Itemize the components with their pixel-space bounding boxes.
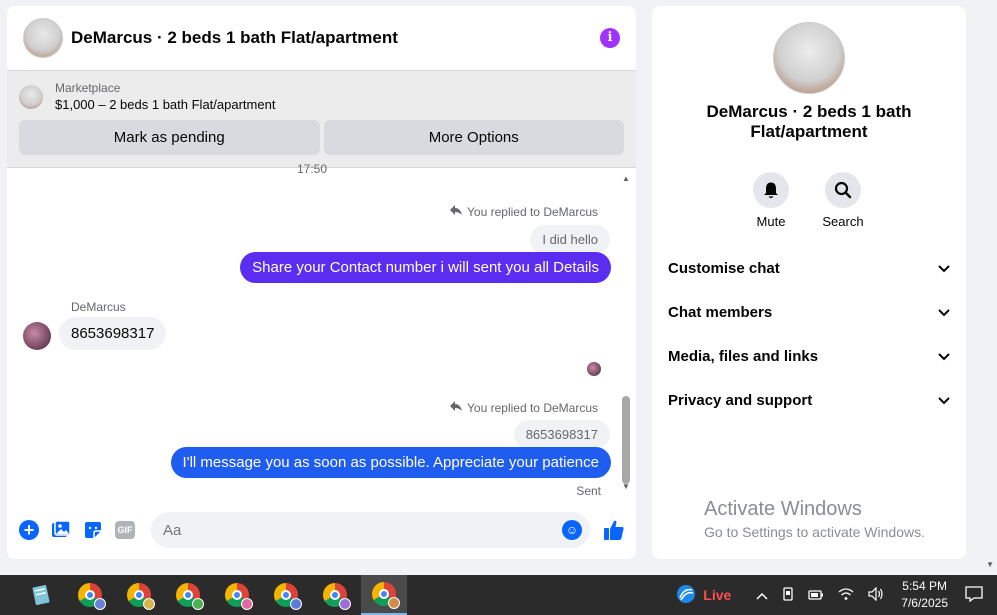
live-label[interactable]: Live: [703, 587, 731, 603]
device-icon[interactable]: [782, 586, 794, 604]
scroll-up-icon[interactable]: ▲: [622, 174, 630, 183]
notification-icon[interactable]: [965, 585, 983, 605]
gallery-icon[interactable]: [47, 516, 75, 544]
wifi-icon[interactable]: [838, 587, 854, 604]
scroll-thumb[interactable]: [622, 396, 630, 484]
chrome-profile-7-icon[interactable]: [361, 575, 407, 615]
chrome-profile-6-icon[interactable]: [312, 575, 358, 615]
system-clock[interactable]: 5:54 PM 7/6/2025: [901, 578, 948, 612]
time-marker: 17:50: [297, 162, 328, 176]
chrome-profile-2-icon[interactable]: [116, 575, 162, 615]
sender-avatar[interactable]: [23, 322, 51, 350]
chrome-profile-1-icon[interactable]: [67, 575, 113, 615]
message-scrollbar[interactable]: ▲ ▼: [622, 174, 630, 492]
mute-label: Mute: [756, 214, 786, 229]
reply-note: You replied to DeMarcus: [449, 400, 598, 415]
battery-icon[interactable]: [808, 588, 824, 603]
mark-pending-button[interactable]: Mark as pending: [19, 120, 320, 155]
mute-action[interactable]: Mute: [741, 172, 801, 229]
chevron-up-icon[interactable]: [756, 588, 768, 603]
emoji-icon[interactable]: ☺: [562, 520, 582, 540]
bell-icon[interactable]: [753, 172, 789, 208]
activate-windows-watermark: Activate Windows Go to Settings to activ…: [704, 498, 925, 540]
chevron-down-icon: [938, 304, 950, 321]
seen-avatar: [587, 362, 601, 376]
message-input-box[interactable]: ☺: [151, 512, 590, 548]
sticker-icon[interactable]: [79, 516, 107, 544]
sender-name: DeMarcus: [71, 300, 126, 314]
outgoing-message[interactable]: I'll message you as soon as possible. Ap…: [170, 447, 611, 478]
reply-arrow-icon: [449, 400, 463, 415]
marketplace-label: Marketplace: [55, 81, 121, 95]
volume-icon[interactable]: [868, 586, 884, 604]
chevron-down-icon: [938, 260, 950, 277]
reply-note: You replied to DeMarcus: [449, 204, 598, 219]
listing-avatar[interactable]: [23, 18, 63, 58]
plus-icon[interactable]: +: [15, 516, 43, 544]
system-tray: Live 5:54 PM 7/6/2025: [669, 575, 997, 615]
chat-members-section[interactable]: Chat members: [668, 296, 950, 328]
message-input[interactable]: [163, 521, 562, 539]
search-icon[interactable]: [825, 172, 861, 208]
info-title: DeMarcus · 2 beds 1 bath Flat/apartment: [706, 102, 912, 141]
gif-icon[interactable]: GIF: [111, 516, 139, 544]
outgoing-message[interactable]: Share your Contact number i will sent yo…: [240, 252, 611, 283]
chrome-profile-3-icon[interactable]: [165, 575, 211, 615]
chat-header: DeMarcus · 2 beds 1 bath Flat/apartment …: [7, 6, 636, 71]
live-logo-icon[interactable]: [676, 584, 696, 607]
listing-thumbnail[interactable]: [19, 84, 43, 109]
privacy-support-section[interactable]: Privacy and support: [668, 384, 950, 416]
notepad-app-icon[interactable]: [18, 575, 64, 615]
clock-time: 5:54 PM: [902, 579, 947, 593]
chat-title[interactable]: DeMarcus · 2 beds 1 bath Flat/apartment: [71, 28, 600, 48]
profile-avatar[interactable]: [773, 22, 845, 94]
media-files-links-section[interactable]: Media, files and links: [668, 340, 950, 372]
sent-status: Sent: [576, 484, 601, 498]
composer: + GIF ☺: [7, 501, 636, 559]
message-list[interactable]: 17:50 You replied to DeMarcus I did hell…: [7, 162, 636, 498]
clock-date: 7/6/2025: [901, 596, 948, 610]
incoming-message[interactable]: 8653698317: [59, 317, 167, 350]
chrome-profile-4-icon[interactable]: [214, 575, 260, 615]
listing-price[interactable]: $1,000 – 2 beds 1 bath Flat/apartment: [55, 97, 275, 112]
reply-arrow-icon: [449, 204, 463, 219]
quoted-message[interactable]: I did hello: [530, 225, 610, 254]
scroll-down-icon[interactable]: ▼: [622, 482, 630, 491]
chrome-profile-5-icon[interactable]: [263, 575, 309, 615]
info-icon[interactable]: i: [600, 28, 620, 48]
chat-panel: DeMarcus · 2 beds 1 bath Flat/apartment …: [7, 6, 636, 559]
page-scroll-down-icon[interactable]: ▼: [986, 560, 994, 569]
info-panel: DeMarcus · 2 beds 1 bath Flat/apartment …: [652, 6, 966, 559]
thumbs-up-icon[interactable]: [600, 516, 628, 544]
search-label: Search: [822, 214, 864, 229]
chevron-down-icon: [938, 392, 950, 409]
more-options-button[interactable]: More Options: [323, 120, 624, 155]
chevron-down-icon: [938, 348, 950, 365]
search-action[interactable]: Search: [813, 172, 873, 229]
quoted-message[interactable]: 8653698317: [513, 420, 610, 449]
marketplace-banner: Marketplace $1,000 – 2 beds 1 bath Flat/…: [7, 71, 636, 168]
taskbar: Live 5:54 PM 7/6/2025: [0, 575, 997, 615]
customise-chat-section[interactable]: Customise chat: [668, 252, 950, 284]
